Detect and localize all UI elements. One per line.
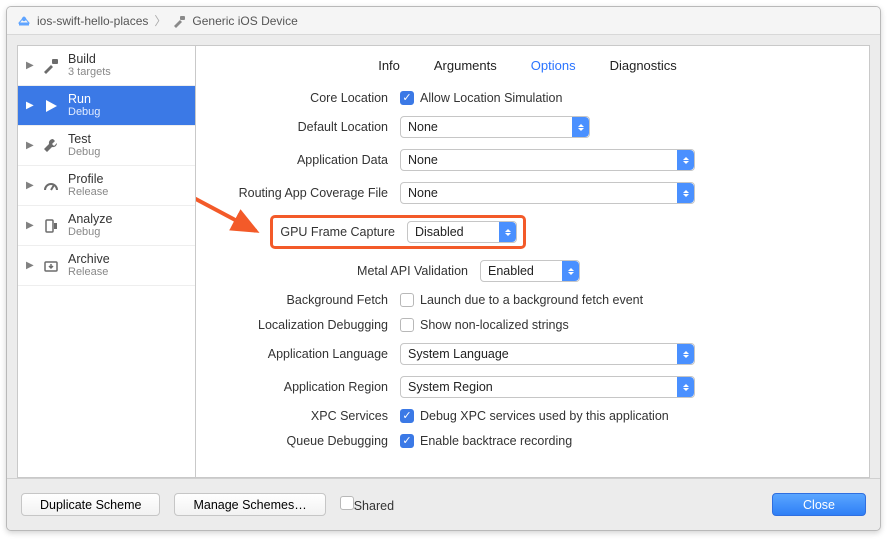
archive-icon <box>42 257 60 275</box>
scheme-tabs: Info Arguments Options Diagnostics <box>200 54 855 77</box>
shared-label: Shared <box>354 499 394 513</box>
manage-schemes-button[interactable]: Manage Schemes… <box>174 493 325 516</box>
options-panel: Info Arguments Options Diagnostics Core … <box>195 45 870 478</box>
annotation-highlight: GPU Frame Capture Disabled <box>270 215 526 249</box>
disclosure-triangle-icon[interactable]: ▶ <box>26 260 34 271</box>
application-data-label: Application Data <box>200 153 400 167</box>
breadcrumb: ios-swift-hello-places 〉 Generic iOS Dev… <box>7 7 880 35</box>
sidebar-item-label: Run <box>68 92 100 106</box>
disclosure-triangle-icon[interactable]: ▶ <box>26 60 34 71</box>
tab-info[interactable]: Info <box>376 54 402 77</box>
default-location-label: Default Location <box>200 120 400 134</box>
sidebar-item-archive[interactable]: ▶ ArchiveRelease <box>18 246 195 286</box>
queue-debugging-label: Queue Debugging <box>200 434 400 448</box>
background-fetch-checkbox[interactable] <box>400 293 414 307</box>
default-location-select[interactable]: None <box>400 116 590 138</box>
scheme-sidebar: ▶ Build3 targets ▶ RunDebug ▶ TestDebug … <box>17 45 195 478</box>
xpc-services-checkbox[interactable] <box>400 409 414 423</box>
tab-options[interactable]: Options <box>529 54 578 77</box>
duplicate-scheme-button[interactable]: Duplicate Scheme <box>21 493 160 516</box>
sidebar-item-label: Analyze <box>68 212 112 226</box>
chevron-updown-icon <box>677 150 694 170</box>
chevron-right-icon: 〉 <box>154 12 166 29</box>
breadcrumb-target[interactable]: Generic iOS Device <box>192 14 297 28</box>
metal-api-validation-select[interactable]: Enabled <box>480 260 580 282</box>
chevron-updown-icon <box>562 261 579 281</box>
sidebar-item-label: Test <box>68 132 100 146</box>
xpc-services-label: XPC Services <box>200 409 400 423</box>
chevron-updown-icon <box>677 183 694 203</box>
breadcrumb-project[interactable]: ios-swift-hello-places <box>37 14 148 28</box>
gpu-frame-capture-select[interactable]: Disabled <box>407 221 517 243</box>
queue-debugging-checkbox[interactable] <box>400 434 414 448</box>
analyze-icon <box>42 217 60 235</box>
hammer-icon <box>172 13 186 28</box>
disclosure-triangle-icon[interactable]: ▶ <box>26 220 34 231</box>
show-nonlocalized-checkbox[interactable] <box>400 318 414 332</box>
localization-debugging-label: Localization Debugging <box>200 318 400 332</box>
chevron-updown-icon <box>677 344 694 364</box>
project-icon <box>17 13 31 28</box>
sidebar-item-label: Build <box>68 52 111 66</box>
sidebar-item-run[interactable]: ▶ RunDebug <box>18 86 195 126</box>
disclosure-triangle-icon[interactable]: ▶ <box>26 100 34 111</box>
sidebar-item-test[interactable]: ▶ TestDebug <box>18 126 195 166</box>
play-icon <box>42 97 60 115</box>
disclosure-triangle-icon[interactable]: ▶ <box>26 180 34 191</box>
disclosure-triangle-icon[interactable]: ▶ <box>26 140 34 151</box>
sidebar-item-analyze[interactable]: ▶ AnalyzeDebug <box>18 206 195 246</box>
shared-checkbox[interactable] <box>340 496 354 510</box>
allow-location-simulation-label: Allow Location Simulation <box>420 91 562 105</box>
application-language-select[interactable]: System Language <box>400 343 695 365</box>
scheme-editor-window: ios-swift-hello-places 〉 Generic iOS Dev… <box>6 6 881 531</box>
core-location-label: Core Location <box>200 91 400 105</box>
application-region-select[interactable]: System Region <box>400 376 695 398</box>
allow-location-simulation-checkbox[interactable] <box>400 91 414 105</box>
sidebar-item-label: Archive <box>68 252 110 266</box>
gpu-frame-capture-label: GPU Frame Capture <box>277 225 407 239</box>
gauge-icon <box>42 177 60 195</box>
wrench-icon <box>42 137 60 155</box>
metal-api-validation-label: Metal API Validation <box>200 264 480 278</box>
application-language-label: Application Language <box>200 347 400 361</box>
tab-diagnostics[interactable]: Diagnostics <box>608 54 679 77</box>
sidebar-item-profile[interactable]: ▶ ProfileRelease <box>18 166 195 206</box>
routing-app-coverage-select[interactable]: None <box>400 182 695 204</box>
sidebar-item-build[interactable]: ▶ Build3 targets <box>18 46 195 86</box>
hammer-icon <box>42 57 60 75</box>
chevron-updown-icon <box>499 222 516 242</box>
application-data-select[interactable]: None <box>400 149 695 171</box>
annotation-arrow-icon <box>195 191 276 251</box>
chevron-updown-icon <box>677 377 694 397</box>
sidebar-item-label: Profile <box>68 172 108 186</box>
chevron-updown-icon <box>572 117 589 137</box>
close-button[interactable]: Close <box>772 493 866 516</box>
application-region-label: Application Region <box>200 380 400 394</box>
dialog-footer: Duplicate Scheme Manage Schemes… Shared … <box>7 478 880 530</box>
tab-arguments[interactable]: Arguments <box>432 54 499 77</box>
background-fetch-label: Background Fetch <box>200 293 400 307</box>
